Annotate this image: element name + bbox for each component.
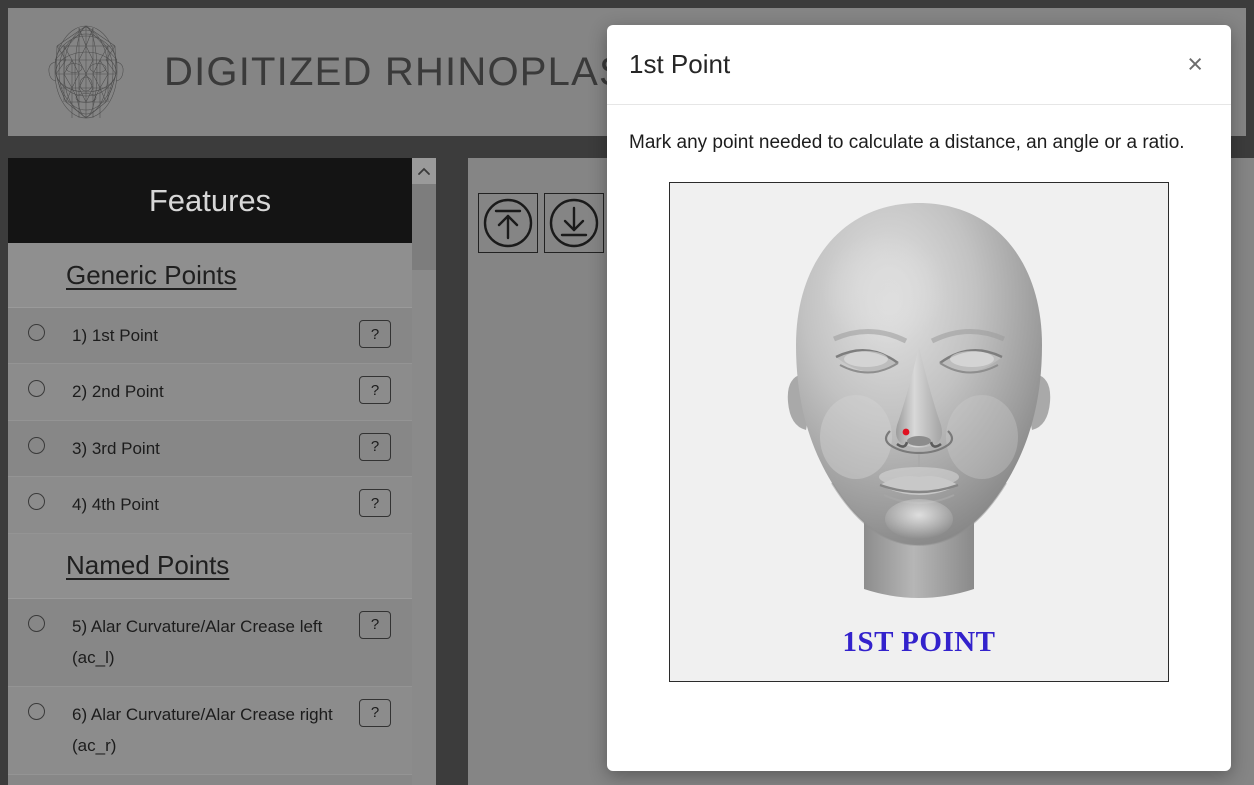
modal-title: 1st Point (629, 49, 731, 79)
modal-description: Mark any point needed to calculate a dis… (629, 132, 1185, 153)
scrollbar-up-arrow[interactable] (412, 158, 436, 184)
point-info-modal: 1st Point × Mark any point needed to cal… (607, 25, 1231, 771)
chevron-up-icon (418, 167, 430, 175)
features-title-text: Features (148, 182, 272, 218)
sidebar-scrollbar[interactable] (412, 158, 436, 785)
section-heading-named-points: Named Points (8, 533, 412, 599)
feature-row-7[interactable]: 7) Alar Ridge's Highest ? (8, 774, 412, 785)
figure-caption: 1ST POINT (842, 626, 996, 659)
point-marker (902, 428, 910, 436)
feature-label-2: 2) 2nd Point (72, 382, 164, 402)
feature-radio-3[interactable] (28, 436, 45, 454)
section-heading-label: Generic Points (66, 259, 237, 290)
feature-label-1: 1) 1st Point (72, 326, 158, 345)
section-heading-generic-points: Generic Points (8, 243, 412, 308)
feature-help-button-5[interactable]: ? (359, 610, 391, 639)
feature-row-5[interactable]: 5) Alar Curvature/Alar Crease left (ac_l… (8, 598, 412, 687)
arrow-down-to-line-icon (549, 198, 599, 248)
feature-row-6[interactable]: 6) Alar Curvature/Alar Crease right (ac_… (8, 686, 412, 775)
feature-radio-4[interactable] (28, 493, 45, 511)
feature-radio-1[interactable] (28, 324, 45, 341)
feature-row-2[interactable]: 2) 2nd Point ? (8, 364, 412, 421)
feature-help-button-2[interactable]: ? (359, 376, 391, 405)
features-panel-title: Features (8, 158, 412, 243)
feature-radio-2[interactable] (28, 380, 45, 398)
modal-body: Mark any point needed to calculate a dis… (607, 105, 1231, 683)
feature-row-4[interactable]: 4) 4th Point ? (8, 477, 412, 534)
feature-label-6: 6) Alar Curvature/Alar Crease right (ac_… (72, 704, 333, 756)
feature-help-button-4[interactable]: ? (359, 489, 391, 518)
feature-label-3: 3) 3rd Point (72, 438, 160, 458)
feature-radio-6[interactable] (28, 702, 45, 720)
viewer-toolbar (478, 193, 604, 253)
feature-row-1[interactable]: 1) 1st Point ? (8, 308, 412, 365)
feature-help-button-1[interactable]: ? (359, 320, 391, 348)
feature-label-5: 5) Alar Curvature/Alar Crease left (ac_l… (72, 616, 323, 668)
app-title: DIGITIZED RHINOPLASTY (164, 49, 681, 94)
feature-help-button-3[interactable]: ? (359, 432, 391, 461)
wireframe-head-icon (30, 16, 142, 128)
download-button[interactable] (544, 193, 604, 253)
close-icon[interactable]: × (1181, 49, 1209, 80)
app-window: DIGITIZED RHINOPLASTY Features Generic P… (0, 0, 1254, 785)
features-sidebar: Features Generic Points 1) 1st Point ? 2… (8, 158, 412, 785)
section-heading-label: Named Points (66, 550, 230, 581)
arrow-up-to-line-icon (483, 198, 533, 248)
feature-label-4: 4) 4th Point (72, 495, 159, 515)
feature-help-button-6[interactable]: ? (359, 698, 391, 727)
3d-head-front-view (787, 203, 1051, 599)
scrollbar-thumb[interactable] (412, 184, 436, 270)
point-illustration-figure: 1ST POINT (669, 182, 1169, 683)
feature-radio-5[interactable] (28, 614, 45, 632)
upload-button[interactable] (478, 193, 538, 253)
feature-row-3[interactable]: 3) 3rd Point ? (8, 420, 412, 478)
modal-header: 1st Point × (607, 25, 1231, 105)
